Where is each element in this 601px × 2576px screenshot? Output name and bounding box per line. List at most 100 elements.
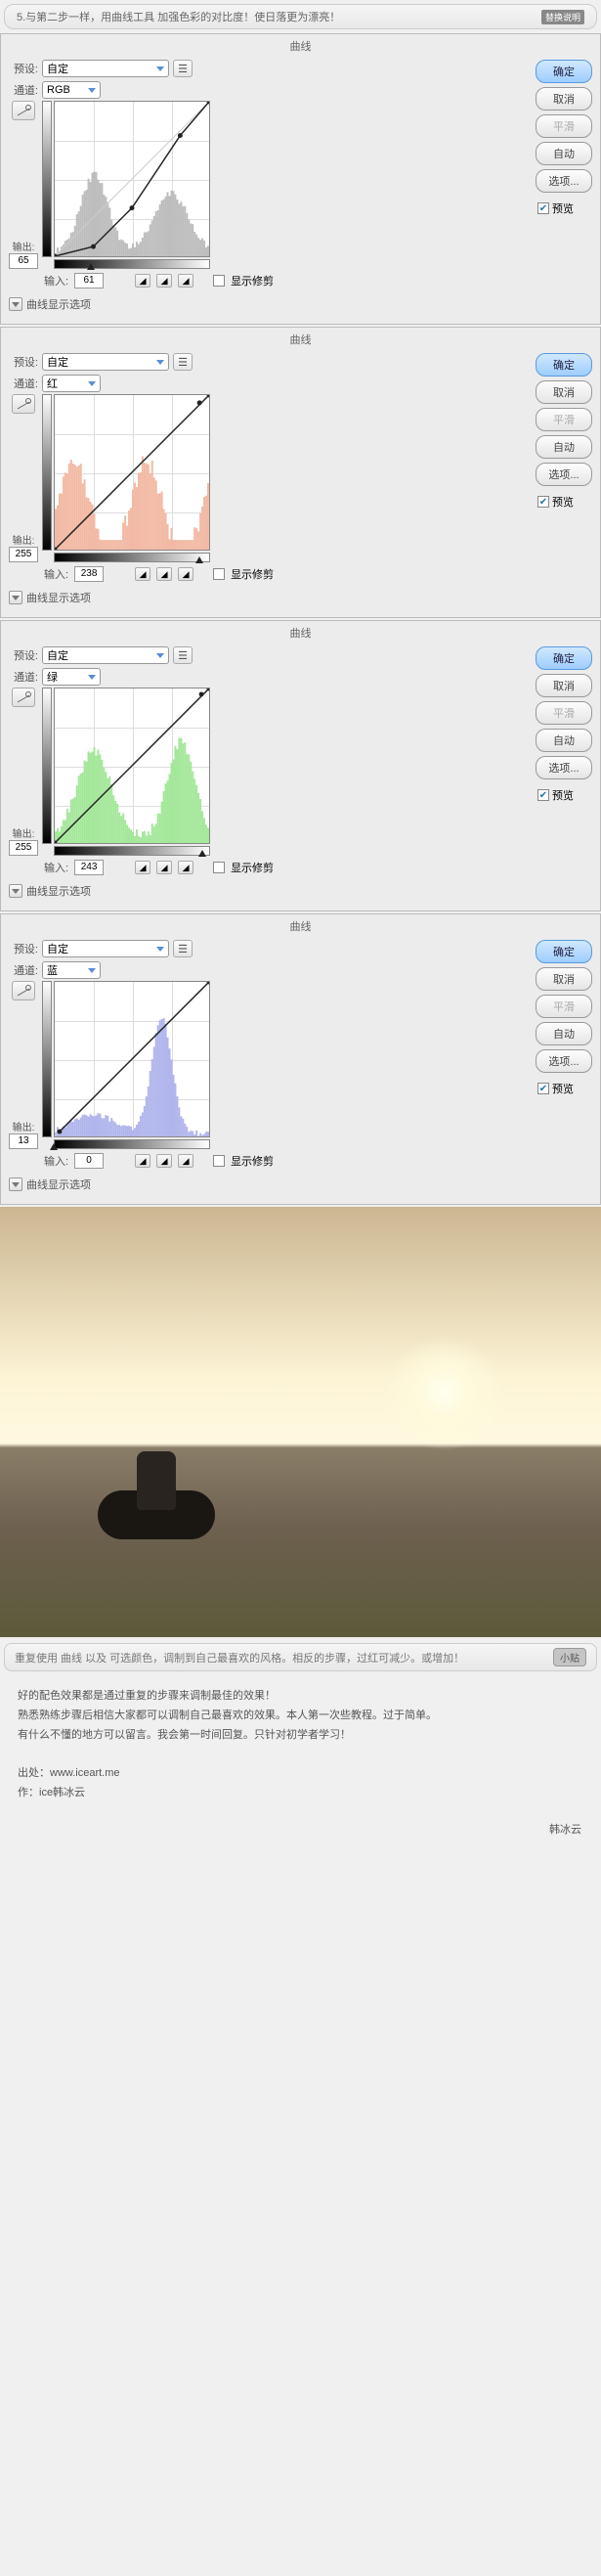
smooth-button[interactable]: 平滑 (536, 701, 592, 725)
preview-checkbox[interactable]: ✔ (537, 202, 549, 214)
preset-select[interactable]: 自定 (42, 940, 169, 957)
curve-graph[interactable] (54, 981, 210, 1137)
input-slider[interactable] (87, 263, 95, 270)
disclosure-toggle[interactable] (9, 884, 22, 898)
eyedropper-white-icon[interactable]: ◢ (178, 567, 193, 581)
ok-button[interactable]: 确定 (536, 646, 592, 670)
chevron-down-icon (156, 360, 164, 365)
input-field[interactable]: 0 (74, 1153, 104, 1169)
eyedropper-gray-icon[interactable]: ◢ (156, 861, 172, 874)
show-clipping-checkbox[interactable] (213, 275, 225, 287)
curve-graph[interactable] (54, 101, 210, 257)
preset-label: 预设: (9, 647, 38, 663)
preset-menu-button[interactable]: ☰ (173, 646, 193, 664)
smooth-button[interactable]: 平滑 (536, 995, 592, 1018)
preset-select[interactable]: 自定 (42, 646, 169, 664)
footer-small-button[interactable]: 小贴 (553, 1648, 586, 1666)
output-label: 输出: (9, 532, 38, 547)
preview-checkbox[interactable]: ✔ (537, 789, 549, 801)
eyedropper-gray-icon[interactable]: ◢ (156, 274, 172, 288)
cancel-button[interactable]: 取消 (536, 87, 592, 111)
eyedropper-gray-icon[interactable]: ◢ (156, 567, 172, 581)
auto-button[interactable]: 自动 (536, 729, 592, 752)
channel-select[interactable]: 绿 (42, 668, 101, 686)
curve-display-options-label: 曲线显示选项 (26, 296, 91, 312)
dialog-buttons: 确定 取消 平滑 自动 选项... ✔预览 (536, 60, 592, 216)
ok-button[interactable]: 确定 (536, 940, 592, 963)
preset-label: 预设: (9, 941, 38, 956)
preset-menu-button[interactable]: ☰ (173, 60, 193, 77)
curve-line (55, 982, 209, 1136)
eyedropper-gray-icon[interactable]: ◢ (156, 1154, 172, 1168)
options-button[interactable]: 选项... (536, 169, 592, 193)
curve-graph[interactable] (54, 394, 210, 551)
curve-tool-icon[interactable] (12, 394, 35, 414)
preset-menu-button[interactable]: ☰ (173, 353, 193, 371)
cancel-button[interactable]: 取消 (536, 967, 592, 991)
footer-note-text: 重复使用 曲线 以及 可选颜色，调制到自己最喜欢的风格。相反的步骤，过红可减少。… (15, 1650, 464, 1666)
eyedropper-black-icon[interactable]: ◢ (135, 1154, 150, 1168)
disclosure-toggle[interactable] (9, 1177, 22, 1191)
eyedropper-white-icon[interactable]: ◢ (178, 1154, 193, 1168)
smooth-button[interactable]: 平滑 (536, 408, 592, 431)
curve-tool-icon[interactable] (12, 101, 35, 120)
result-image (0, 1207, 601, 1637)
preview-checkbox[interactable]: ✔ (537, 496, 549, 508)
eyedropper-black-icon[interactable]: ◢ (135, 274, 150, 288)
input-slider[interactable] (198, 850, 206, 857)
input-field[interactable]: 243 (74, 860, 104, 875)
auto-button[interactable]: 自动 (536, 1022, 592, 1045)
channel-select[interactable]: RGB (42, 81, 101, 99)
output-field[interactable]: 13 (9, 1133, 38, 1149)
dialog-title: 曲线 (1, 621, 600, 644)
eyedropper-white-icon[interactable]: ◢ (178, 274, 193, 288)
person-silhouette (137, 1451, 176, 1510)
curves-dialog: 曲线 预设: 自定 ☰ 确定 取消 平滑 自动 选项... ✔预览 通道: 蓝 … (0, 913, 601, 1205)
input-slider[interactable] (50, 1143, 58, 1150)
cancel-button[interactable]: 取消 (536, 380, 592, 404)
input-field[interactable]: 61 (74, 273, 104, 289)
ok-button[interactable]: 确定 (536, 353, 592, 377)
eyedropper-white-icon[interactable]: ◢ (178, 861, 193, 874)
input-label: 输入: (44, 273, 68, 289)
preview-checkbox[interactable]: ✔ (537, 1083, 549, 1094)
show-clipping-checkbox[interactable] (213, 862, 225, 873)
channel-label: 通道: (9, 376, 38, 391)
disclosure-toggle[interactable] (9, 297, 22, 311)
preset-select[interactable]: 自定 (42, 353, 169, 371)
curve-tool-icon[interactable] (12, 981, 35, 1000)
channel-label: 通道: (9, 962, 38, 978)
cancel-button[interactable]: 取消 (536, 674, 592, 697)
output-field[interactable]: 255 (9, 840, 38, 856)
output-field[interactable]: 255 (9, 547, 38, 562)
input-slider[interactable] (195, 556, 203, 563)
channel-select[interactable]: 红 (42, 375, 101, 392)
options-button[interactable]: 选项... (536, 1049, 592, 1073)
preview-label: 预览 (552, 494, 574, 510)
show-clipping-checkbox[interactable] (213, 1155, 225, 1167)
show-clipping-label: 显示修剪 (231, 273, 274, 289)
disclosure-toggle[interactable] (9, 591, 22, 604)
smooth-button[interactable]: 平滑 (536, 114, 592, 138)
curve-graph[interactable] (54, 688, 210, 844)
input-label: 输入: (44, 860, 68, 875)
curve-tool-icon[interactable] (12, 688, 35, 707)
horizontal-gradient (54, 553, 210, 562)
options-button[interactable]: 选项... (536, 756, 592, 779)
eyedropper-black-icon[interactable]: ◢ (135, 567, 150, 581)
dialog-buttons: 确定 取消 平滑 自动 选项... ✔预览 (536, 353, 592, 510)
chevron-down-icon (88, 381, 96, 386)
eyedropper-black-icon[interactable]: ◢ (135, 861, 150, 874)
options-button[interactable]: 选项... (536, 463, 592, 486)
ok-button[interactable]: 确定 (536, 60, 592, 83)
show-clipping-checkbox[interactable] (213, 568, 225, 580)
preset-select[interactable]: 自定 (42, 60, 169, 77)
dialog-title: 曲线 (1, 914, 600, 938)
output-field[interactable]: 65 (9, 253, 38, 269)
channel-select[interactable]: 蓝 (42, 961, 101, 979)
input-field[interactable]: 238 (74, 566, 104, 582)
auto-button[interactable]: 自动 (536, 142, 592, 165)
curve-display-options-label: 曲线显示选项 (26, 590, 91, 605)
preset-menu-button[interactable]: ☰ (173, 940, 193, 957)
auto-button[interactable]: 自动 (536, 435, 592, 459)
